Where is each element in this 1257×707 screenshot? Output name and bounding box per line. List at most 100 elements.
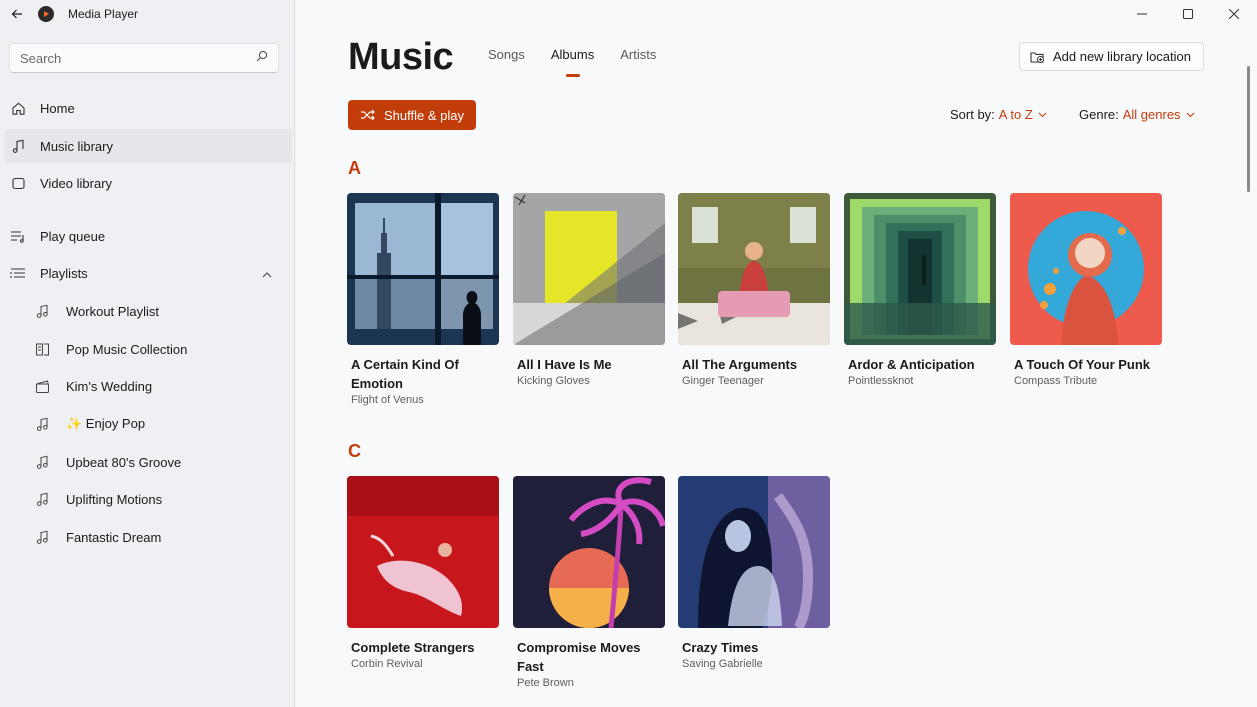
nav-video-library-label: Video library xyxy=(40,175,113,191)
album-artist[interactable]: Compass Tribute xyxy=(1010,374,1162,389)
title-bar: Media Player xyxy=(0,0,294,28)
playlist-item[interactable]: Pop Music Collection xyxy=(34,332,292,366)
album-card[interactable]: Complete Strangers Corbin Revival xyxy=(347,476,499,672)
music-note-icon xyxy=(10,138,26,154)
add-library-location-label: Add new library location xyxy=(1052,49,1191,64)
album-artist[interactable]: Flight of Venus xyxy=(347,393,499,408)
home-icon xyxy=(10,100,26,116)
music-note-icon xyxy=(34,529,50,545)
playlist-item[interactable]: Uplifting Motions xyxy=(34,482,292,516)
folder-add-icon xyxy=(1030,50,1045,64)
search-icon[interactable] xyxy=(256,49,268,67)
album-art[interactable] xyxy=(513,476,665,628)
tab-songs[interactable]: Songs xyxy=(488,47,525,62)
page-title: Music xyxy=(348,36,454,78)
nav-music-library-label: Music library xyxy=(40,138,113,154)
playlist-label: Workout Playlist xyxy=(66,303,159,319)
album-card[interactable]: A Certain Kind Of Emotion Flight of Venu… xyxy=(347,193,499,408)
tab-albums[interactable]: Albums xyxy=(551,47,594,77)
album-art[interactable] xyxy=(844,193,996,345)
playlist-label: Pop Music Collection xyxy=(66,341,188,357)
playlist-item[interactable]: Kim's Wedding xyxy=(34,369,292,403)
album-card[interactable]: All The Arguments Ginger Teenager xyxy=(678,193,830,389)
album-card[interactable]: Compromise Moves Fast Pete Brown xyxy=(513,476,665,691)
album-title: Crazy Times xyxy=(682,640,759,655)
close-icon xyxy=(1229,9,1239,19)
app-title: Media Player xyxy=(68,7,139,21)
play-queue-icon xyxy=(10,228,26,244)
music-note-icon xyxy=(34,491,50,507)
nav-home[interactable]: Home xyxy=(4,91,292,125)
album-art[interactable] xyxy=(347,476,499,628)
chevron-down-icon xyxy=(1038,112,1047,118)
playlist-item[interactable]: Fantastic Dream xyxy=(34,520,292,554)
window-controls xyxy=(1119,0,1257,28)
chevron-down-icon xyxy=(1186,112,1195,118)
album-title: A Certain Kind Of Emotion xyxy=(351,357,459,391)
album-art[interactable] xyxy=(1010,193,1162,345)
tab-artists[interactable]: Artists xyxy=(620,47,656,62)
album-artist[interactable]: Ginger Teenager xyxy=(678,374,830,389)
minimize-icon xyxy=(1137,13,1147,15)
sort-dropdown[interactable]: Sort by: A to Z xyxy=(950,107,1047,122)
clapperboard-icon xyxy=(34,378,50,394)
chevron-up-icon[interactable] xyxy=(262,266,272,281)
sidebar: Media Player Home Music library Video li… xyxy=(0,0,295,707)
playlist-label: Kim's Wedding xyxy=(66,378,153,394)
back-button[interactable] xyxy=(8,5,26,23)
playlist-item[interactable]: Upbeat 80's Groove xyxy=(34,445,292,479)
playlist-item[interactable]: ✨ Enjoy Pop xyxy=(34,407,292,441)
video-icon xyxy=(10,175,26,191)
nav-music-library[interactable]: Music library xyxy=(4,129,292,163)
album-title: Compromise Moves Fast xyxy=(517,640,641,674)
nav-play-queue-label: Play queue xyxy=(40,228,106,244)
close-button[interactable] xyxy=(1211,0,1257,28)
album-title: Ardor & Anticipation xyxy=(848,357,975,372)
album-art[interactable] xyxy=(678,193,830,345)
album-art[interactable] xyxy=(678,476,830,628)
section-letter[interactable]: A xyxy=(348,158,361,179)
search-input[interactable] xyxy=(20,50,256,66)
search-box[interactable] xyxy=(9,43,279,73)
section-letter[interactable]: C xyxy=(348,441,361,462)
maximize-icon xyxy=(1183,9,1193,19)
sort-value: A to Z xyxy=(998,107,1033,122)
album-artist[interactable]: Kicking Gloves xyxy=(513,374,665,389)
album-card[interactable]: Crazy Times Saving Gabrielle xyxy=(678,476,830,672)
playlist-item[interactable]: Workout Playlist xyxy=(34,294,292,328)
maximize-button[interactable] xyxy=(1165,0,1211,28)
nav-video-library[interactable]: Video library xyxy=(4,166,292,200)
album-title: All I Have Is Me xyxy=(517,357,612,372)
music-note-icon xyxy=(34,303,50,319)
sort-label: Sort by: xyxy=(950,107,995,122)
music-note-icon xyxy=(34,454,50,470)
nav-playlists[interactable]: Playlists xyxy=(4,256,292,290)
album-title: Complete Strangers xyxy=(351,640,475,655)
shuffle-play-button[interactable]: Shuffle & play xyxy=(348,100,476,130)
shuffle-play-label: Shuffle & play xyxy=(384,107,464,123)
album-artist[interactable]: Pointlessknot xyxy=(844,374,996,389)
playlists-icon xyxy=(10,265,26,281)
album-title: A Touch Of Your Punk xyxy=(1014,357,1151,372)
album-artist[interactable]: Saving Gabrielle xyxy=(678,657,830,672)
genre-dropdown[interactable]: Genre: All genres xyxy=(1079,107,1195,122)
album-artist[interactable]: Corbin Revival xyxy=(347,657,499,672)
back-arrow-icon xyxy=(11,9,22,19)
album-card[interactable]: Ardor & Anticipation Pointlessknot xyxy=(844,193,996,389)
view-tabs: Songs Albums Artists xyxy=(488,47,682,77)
nav-home-label: Home xyxy=(40,100,75,116)
album-artist[interactable]: Pete Brown xyxy=(513,676,665,691)
vertical-scrollbar[interactable] xyxy=(1247,66,1250,192)
media-player-logo-icon xyxy=(38,6,54,22)
album-art[interactable] xyxy=(513,193,665,345)
album-card[interactable]: All I Have Is Me Kicking Gloves xyxy=(513,193,665,389)
music-note-icon xyxy=(34,416,50,432)
album-art[interactable] xyxy=(347,193,499,345)
album-card[interactable]: A Touch Of Your Punk Compass Tribute xyxy=(1010,193,1162,389)
nav-play-queue[interactable]: Play queue xyxy=(4,219,292,253)
add-library-location-button[interactable]: Add new library location xyxy=(1018,42,1204,71)
minimize-button[interactable] xyxy=(1119,0,1165,28)
main-content: Music Songs Albums Artists Add new libra… xyxy=(296,0,1257,707)
nav-playlists-label: Playlists xyxy=(40,265,88,281)
playlist-label: ✨ Enjoy Pop xyxy=(66,416,146,431)
